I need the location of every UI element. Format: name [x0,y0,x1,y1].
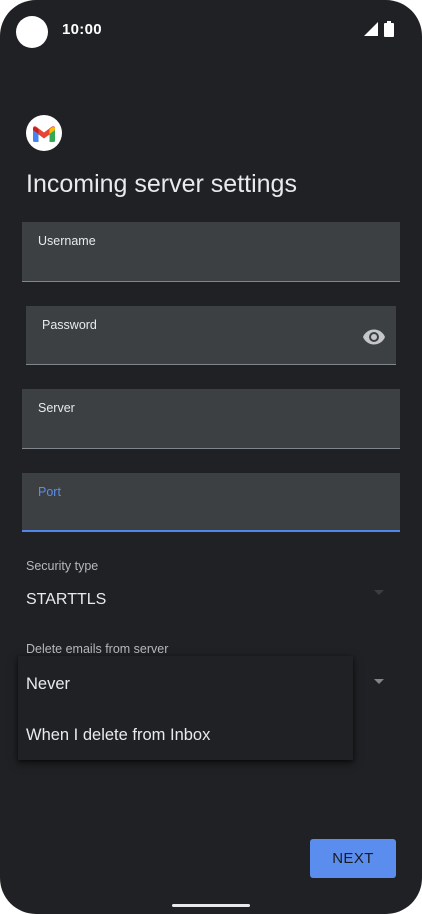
gmail-logo [26,115,62,151]
next-button[interactable]: NEXT [310,839,396,878]
phone-screen: 10:00 Incoming server settings Username … [0,0,422,914]
front-camera [16,16,48,48]
server-field[interactable]: Server [22,389,400,449]
security-type-value[interactable]: STARTTLS [26,591,106,609]
username-label: Username [38,234,96,248]
menu-option-when-deleted-from-inbox[interactable]: When I delete from Inbox [18,709,353,761]
delete-emails-menu: Never When I delete from Inbox [18,656,353,760]
password-label: Password [42,318,97,332]
username-field[interactable]: Username [22,222,400,282]
eye-icon[interactable] [362,325,386,349]
gmail-icon [33,125,55,142]
page-title: Incoming server settings [26,170,297,198]
menu-option-never[interactable]: Never [18,658,353,710]
port-field[interactable]: Port [22,473,400,532]
signal-icon [364,22,378,36]
status-bar: 10:00 [0,0,422,60]
home-indicator[interactable] [172,904,250,907]
port-label: Port [38,485,61,499]
password-field[interactable]: Password [26,306,396,365]
server-label: Server [38,401,75,415]
security-type-label: Security type [26,559,99,573]
battery-icon [384,21,394,37]
delete-emails-label: Delete emails from server [26,642,169,656]
status-time: 10:00 [62,21,102,38]
delete-emails-dropdown-icon[interactable] [374,679,384,685]
security-type-dropdown-icon[interactable] [374,590,384,596]
